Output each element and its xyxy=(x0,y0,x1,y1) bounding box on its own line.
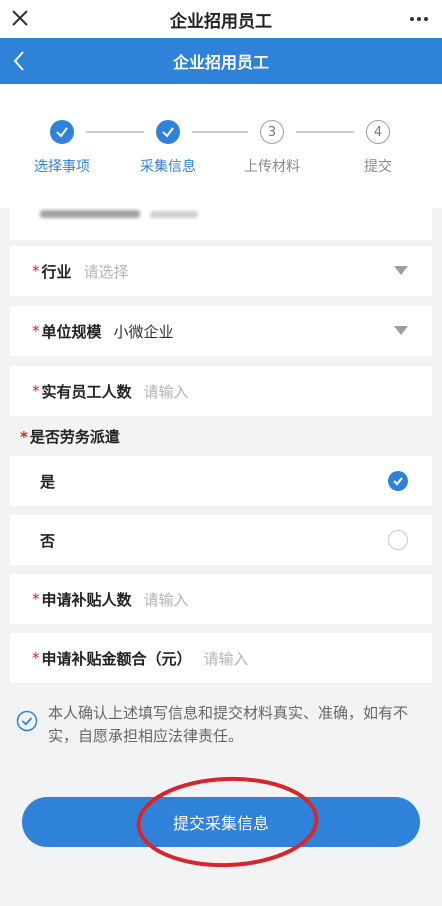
step-connector xyxy=(86,131,144,133)
step-label-submit: 提交 xyxy=(364,159,392,175)
option-label: 否 xyxy=(40,531,56,550)
subsidy-count-label: 申请补贴人数 xyxy=(41,590,132,609)
industry-placeholder: 请选择 xyxy=(83,262,129,281)
unit-size-select[interactable]: * 单位规模 小微企业 xyxy=(10,306,432,356)
unit-size-label: 单位规模 xyxy=(41,322,102,341)
step-progress: 3 4 选择事项 采集信息 上传材料 提交 xyxy=(0,84,442,208)
labor-dispatch-label: * 是否劳务派遣 xyxy=(20,426,120,447)
check-icon xyxy=(156,120,180,144)
radio-unchecked-icon[interactable] xyxy=(388,530,408,550)
submit-collect-info-button[interactable]: 提交采集信息 xyxy=(22,797,420,847)
option-label: 是 xyxy=(40,472,56,491)
required-mark: * xyxy=(32,322,40,340)
step-connector xyxy=(192,131,248,133)
dropdown-arrow-icon xyxy=(394,266,408,275)
labor-dispatch-option-no[interactable]: 否 xyxy=(10,515,432,565)
radio-checked-icon[interactable] xyxy=(388,471,408,491)
step-label-upload: 上传材料 xyxy=(244,159,300,175)
app-top-bar: 企业招用员工 xyxy=(0,0,442,38)
required-mark: * xyxy=(20,428,28,446)
close-icon[interactable] xyxy=(10,4,36,32)
unit-size-value: 小微企业 xyxy=(113,322,174,341)
scrolled-row xyxy=(10,208,432,240)
confirm-checkbox-icon[interactable] xyxy=(16,710,38,732)
subsidy-count-placeholder: 请输入 xyxy=(143,590,189,609)
confirm-statement: 本人确认上述填写信息和提交材料真实、准确，如有不实，自愿承担相应法律责任。 xyxy=(16,702,426,748)
more-icon[interactable] xyxy=(408,2,430,36)
check-icon xyxy=(50,120,74,144)
step-4-number: 4 xyxy=(366,120,390,144)
subsidy-count-input[interactable]: * 申请补贴人数 请输入 xyxy=(10,574,432,624)
blurred-label xyxy=(40,210,140,218)
confirm-text: 本人确认上述填写信息和提交材料真实、准确，如有不实，自愿承担相应法律责任。 xyxy=(48,704,409,745)
step-label-select: 选择事项 xyxy=(34,159,90,175)
employee-count-placeholder: 请输入 xyxy=(143,382,189,401)
step-connector xyxy=(296,131,354,133)
industry-select[interactable]: * 行业 请选择 xyxy=(10,246,432,296)
step-3-number: 3 xyxy=(260,120,284,144)
required-mark: * xyxy=(32,382,40,400)
blurred-value xyxy=(150,211,198,218)
labor-dispatch-option-yes[interactable]: 是 xyxy=(10,456,432,506)
page-header: 企业招用员工 xyxy=(0,38,442,84)
required-mark: * xyxy=(32,590,40,608)
labor-dispatch-label-text: 是否劳务派遣 xyxy=(29,428,120,446)
dropdown-arrow-icon xyxy=(394,326,408,335)
step-label-collect: 采集信息 xyxy=(140,159,196,175)
employee-count-label: 实有员工人数 xyxy=(41,382,132,401)
app-title: 企业招用员工 xyxy=(170,11,272,32)
industry-label: 行业 xyxy=(41,262,72,281)
employee-count-input[interactable]: * 实有员工人数 请输入 xyxy=(10,366,432,416)
page-title: 企业招用员工 xyxy=(172,53,269,72)
subsidy-amount-input[interactable]: * 申请补贴金额合（元） 请输入 xyxy=(10,633,432,683)
subsidy-amount-label: 申请补贴金额合（元） xyxy=(41,649,192,668)
subsidy-amount-placeholder: 请输入 xyxy=(203,649,249,668)
required-mark: * xyxy=(32,649,40,667)
chevron-left-icon[interactable] xyxy=(12,46,36,76)
submit-button-label: 提交采集信息 xyxy=(172,814,269,833)
required-mark: * xyxy=(32,262,40,280)
